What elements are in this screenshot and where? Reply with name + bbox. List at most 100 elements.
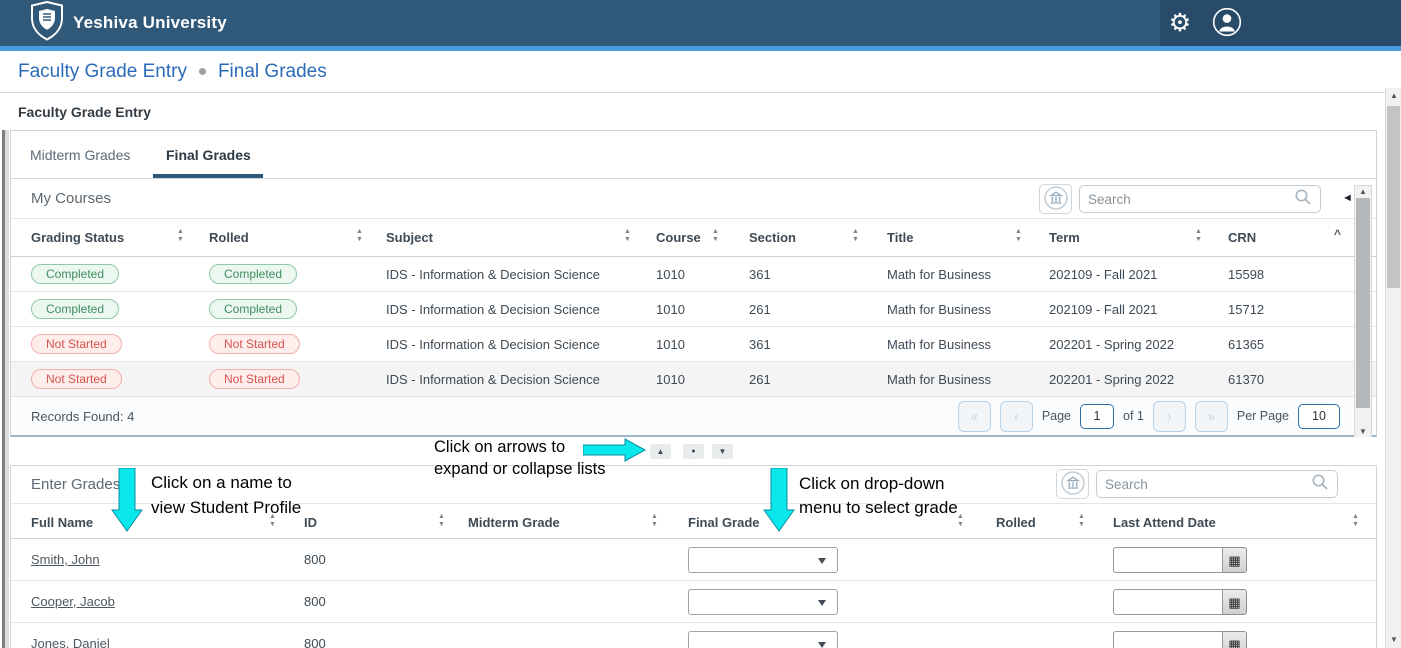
col-grading-status: Grading Status: [31, 230, 124, 245]
page-scrollbar-thumb[interactable]: [1387, 106, 1400, 288]
left-edge-gutter: [0, 93, 10, 648]
course-cell: 1010: [656, 302, 685, 317]
tabs-bar: Midterm Grades Final Grades: [11, 131, 1376, 179]
course-row-4[interactable]: Not Started Not Started IDS - Informatio…: [11, 362, 1376, 397]
per-page-input[interactable]: [1298, 404, 1340, 429]
settings-gear-button[interactable]: ⚙: [1163, 8, 1197, 38]
collapse-list-down-icon[interactable]: ▼: [712, 444, 733, 459]
collapse-panel-left-icon[interactable]: ◄: [1342, 193, 1353, 204]
courses-search-input[interactable]: [1088, 192, 1294, 207]
page-label: Page: [1042, 409, 1071, 423]
profile-button[interactable]: [1210, 8, 1244, 38]
sort-rolled-icon[interactable]: ▲▼: [1078, 513, 1085, 529]
annotation-dropdown-grade: Click on drop-down menu to select grade: [799, 472, 958, 520]
calendar-icon[interactable]: ▦: [1223, 589, 1247, 615]
sort-midterm-grade-icon[interactable]: ▲▼: [651, 513, 658, 529]
annotation-expand-collapse: Click on arrows to expand or collapse li…: [434, 436, 606, 480]
scrollbar-down-icon[interactable]: ▼: [1355, 427, 1371, 436]
grades-tools-button[interactable]: [1056, 469, 1089, 499]
first-page-button[interactable]: «: [958, 401, 991, 432]
brand: Yeshiva University: [30, 3, 227, 43]
page-number-input[interactable]: [1080, 404, 1114, 429]
page-scroll-up-icon[interactable]: ▲: [1386, 91, 1401, 100]
sort-final-grade-icon[interactable]: ▲▼: [957, 513, 964, 529]
next-page-button[interactable]: ›: [1153, 401, 1186, 432]
calendar-icon[interactable]: ▦: [1223, 631, 1247, 648]
grades-search-input[interactable]: [1105, 477, 1311, 492]
col-subject: Subject: [386, 230, 433, 245]
per-page-label: Per Page: [1237, 409, 1289, 423]
sort-subject-icon[interactable]: ▲▼: [624, 228, 631, 244]
student-id-cell: 800: [304, 636, 326, 648]
term-cell: 202109 - Fall 2021: [1049, 267, 1157, 282]
cyan-down-arrow-icon: [110, 468, 144, 537]
course-row-2[interactable]: Completed Completed IDS - Information & …: [11, 292, 1376, 327]
tab-final-grades[interactable]: Final Grades: [166, 131, 251, 178]
rolled-badge: Not Started: [209, 334, 300, 354]
sort-term-icon[interactable]: ▲▼: [1195, 228, 1202, 244]
col-midterm-grade: Midterm Grade: [468, 515, 560, 530]
course-cell: 1010: [656, 337, 685, 352]
student-row-2: Cooper, Jacob 800 ▦: [11, 581, 1376, 623]
student-name-link[interactable]: Jones, Daniel: [31, 636, 110, 648]
course-cell: 1010: [656, 372, 685, 387]
col-section: Section: [749, 230, 796, 245]
breadcrumb: Faculty Grade Entry Final Grades: [0, 51, 1401, 93]
calendar-icon[interactable]: ▦: [1223, 547, 1247, 573]
col-title: Title: [887, 230, 914, 245]
col-id: ID: [304, 515, 317, 530]
courses-scrollbar-thumb[interactable]: [1356, 198, 1370, 408]
subject-cell: IDS - Information & Decision Science: [386, 267, 600, 282]
col-last-attend-date: Last Attend Date: [1113, 515, 1216, 530]
course-row-1[interactable]: Completed Completed IDS - Information & …: [11, 257, 1376, 292]
expand-list-up-icon[interactable]: ▲: [650, 444, 671, 459]
final-grade-dropdown[interactable]: [688, 631, 838, 648]
sort-course-icon[interactable]: ▲▼: [712, 228, 719, 244]
sort-last-attend-date-icon[interactable]: ▲▼: [1352, 513, 1359, 529]
col-rolled: Rolled: [209, 230, 249, 245]
final-grade-dropdown[interactable]: [688, 547, 838, 573]
annotation-student-profile: Click on a name to view Student Profile: [151, 470, 301, 520]
last-attend-date-input[interactable]: [1113, 631, 1223, 648]
tab-midterm-grades[interactable]: Midterm Grades: [30, 131, 130, 178]
page-scroll-down-icon[interactable]: ▼: [1386, 635, 1401, 644]
sort-crn-ascending-icon[interactable]: ^: [1334, 227, 1341, 241]
my-courses-title: My Courses: [31, 190, 111, 207]
sort-id-icon[interactable]: ▲▼: [438, 513, 445, 529]
col-term: Term: [1049, 230, 1080, 245]
subject-cell: IDS - Information & Decision Science: [386, 337, 600, 352]
grading-status-badge: Not Started: [31, 369, 122, 389]
last-attend-date-input[interactable]: [1113, 589, 1223, 615]
courses-tools-button[interactable]: [1039, 184, 1072, 214]
student-row-1: Smith, John 800 ▦: [11, 539, 1376, 581]
scrollbar-up-icon[interactable]: ▲: [1355, 187, 1371, 196]
breadcrumb-final-grades[interactable]: Final Grades: [218, 61, 327, 83]
student-row-3: Jones, Daniel 800 ▦: [11, 623, 1376, 648]
crn-cell: 15712: [1228, 302, 1264, 317]
student-name-link[interactable]: Cooper, Jacob: [31, 594, 115, 609]
active-tab-underline: [153, 174, 263, 178]
crn-cell: 61365: [1228, 337, 1264, 352]
previous-page-button[interactable]: ‹: [1000, 401, 1033, 432]
my-courses-toolbar: My Courses: [11, 179, 1376, 219]
magnifier-icon: [1311, 473, 1329, 496]
sort-section-icon[interactable]: ▲▼: [852, 228, 859, 244]
sort-rolled-icon[interactable]: ▲▼: [356, 228, 363, 244]
pagination: « ‹ Page of 1 › » Per Page: [958, 400, 1340, 432]
sort-title-icon[interactable]: ▲▼: [1015, 228, 1022, 244]
sort-grading-status-icon[interactable]: ▲▼: [177, 228, 184, 244]
student-name-link[interactable]: Smith, John: [31, 552, 100, 567]
course-row-3[interactable]: Not Started Not Started IDS - Informatio…: [11, 327, 1376, 362]
resize-handle-dot-icon[interactable]: ●: [683, 444, 704, 459]
page-scrollbar[interactable]: ▲ ▼: [1385, 88, 1401, 648]
of-pages-label: of 1: [1123, 409, 1144, 423]
last-attend-date-input[interactable]: [1113, 547, 1223, 573]
term-cell: 202201 - Spring 2022: [1049, 337, 1174, 352]
last-page-button[interactable]: »: [1195, 401, 1228, 432]
gear-icon: ⚙: [1169, 11, 1191, 36]
final-grade-dropdown[interactable]: [688, 589, 838, 615]
courses-table-scrollbar[interactable]: ▲ ▼: [1354, 185, 1372, 438]
col-course: Course: [656, 230, 701, 245]
panel-resize-strip: ▲ ● ▼: [10, 437, 1377, 465]
breadcrumb-faculty-grade-entry[interactable]: Faculty Grade Entry: [18, 61, 187, 83]
